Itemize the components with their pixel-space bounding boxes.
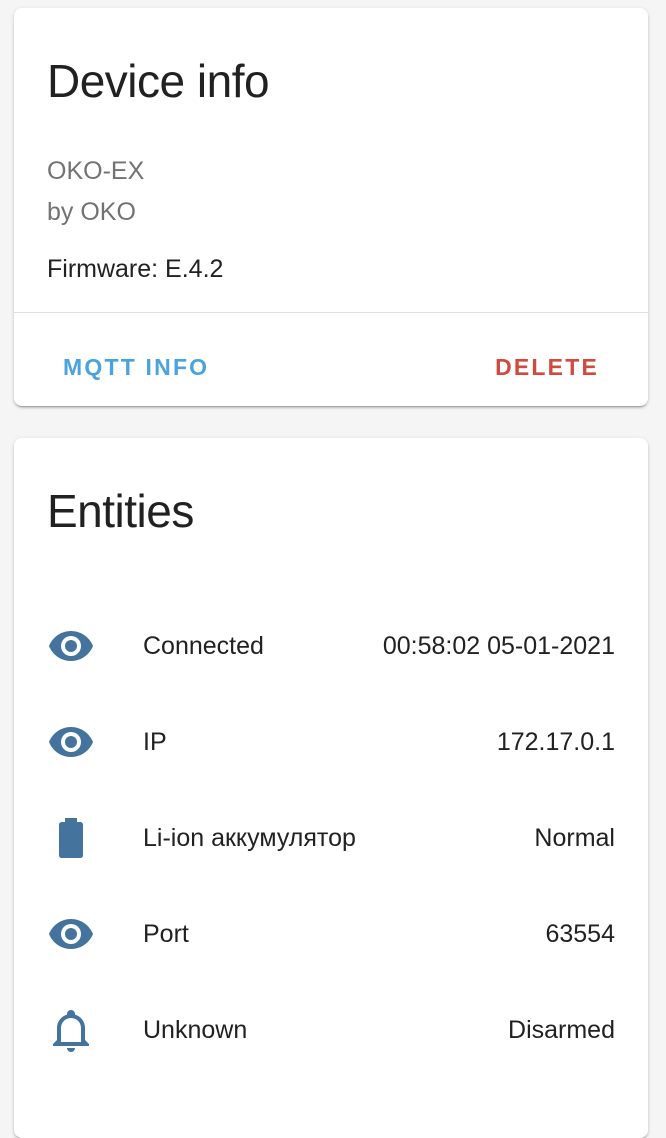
device-firmware: Firmware: E.4.2	[47, 255, 224, 283]
entity-name: Connected	[143, 632, 264, 660]
entity-state: Normal	[534, 824, 615, 852]
entity-row-ip[interactable]: IP 172.17.0.1	[14, 694, 648, 790]
battery-icon	[47, 814, 95, 862]
entity-row-alarm[interactable]: Unknown Disarmed	[14, 982, 648, 1078]
eye-icon	[47, 718, 95, 766]
entities-card: Entities Connected 00:58:02 05-01-2021 I…	[14, 438, 648, 1138]
entity-state: 172.17.0.1	[496, 728, 615, 756]
entity-row-port[interactable]: Port 63554	[14, 886, 648, 982]
entity-name: Unknown	[143, 1016, 248, 1044]
entity-row-connected[interactable]: Connected 00:58:02 05-01-2021	[14, 598, 648, 694]
entity-name: Port	[143, 920, 189, 948]
device-manufacturer: by OKO	[47, 198, 136, 226]
entities-title: Entities	[47, 485, 194, 537]
eye-icon	[47, 910, 95, 958]
entity-name: IP	[143, 728, 167, 756]
mqtt-info-button[interactable]: MQTT INFO	[47, 342, 225, 392]
device-model: OKO-EX	[47, 157, 145, 185]
delete-button[interactable]: DELETE	[479, 342, 615, 392]
entity-row-battery[interactable]: Li-ion аккумулятор Normal	[14, 790, 648, 886]
device-info-card: Device info OKO-EX by OKO Firmware: E.4.…	[14, 8, 648, 406]
device-info-title: Device info	[47, 55, 270, 107]
eye-icon	[47, 622, 95, 670]
entity-state: Disarmed	[508, 1016, 615, 1044]
entity-state: 00:58:02 05-01-2021	[382, 632, 615, 660]
bell-icon	[47, 1006, 95, 1054]
entity-state: 63554	[545, 920, 615, 948]
entity-name: Li-ion аккумулятор	[143, 824, 356, 852]
card-actions-divider	[14, 312, 648, 313]
